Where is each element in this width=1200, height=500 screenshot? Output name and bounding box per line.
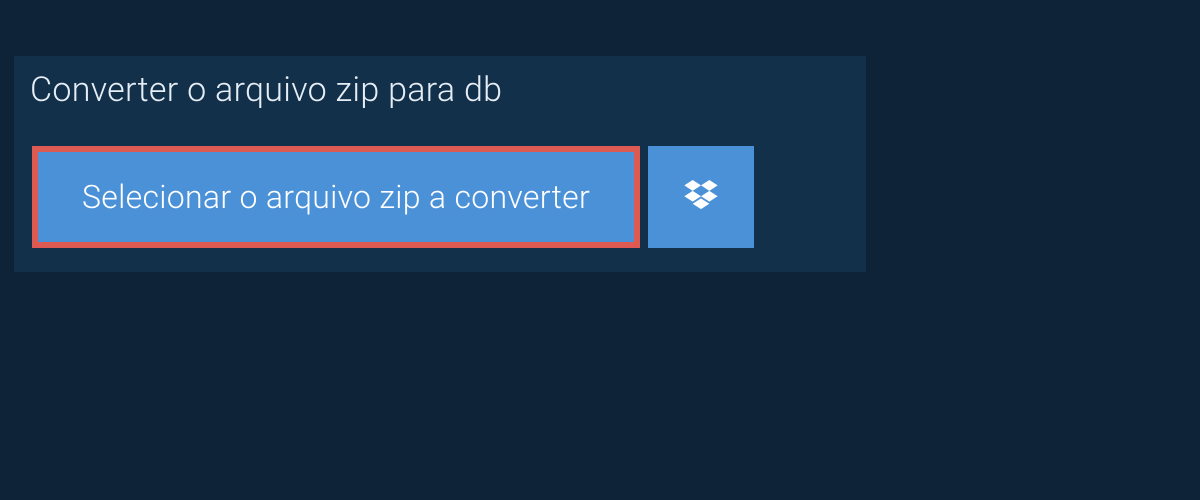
dropbox-icon [681, 175, 721, 219]
converter-panel: Converter o arquivo zip para db Selecion… [14, 56, 866, 272]
panel-title: Converter o arquivo zip para db [14, 56, 528, 128]
select-file-button-label: Selecionar o arquivo zip a converter [82, 178, 590, 216]
select-file-button[interactable]: Selecionar o arquivo zip a converter [38, 152, 634, 242]
button-row: Selecionar o arquivo zip a converter [14, 128, 866, 272]
select-file-highlight: Selecionar o arquivo zip a converter [32, 146, 640, 248]
dropbox-button[interactable] [648, 146, 754, 248]
